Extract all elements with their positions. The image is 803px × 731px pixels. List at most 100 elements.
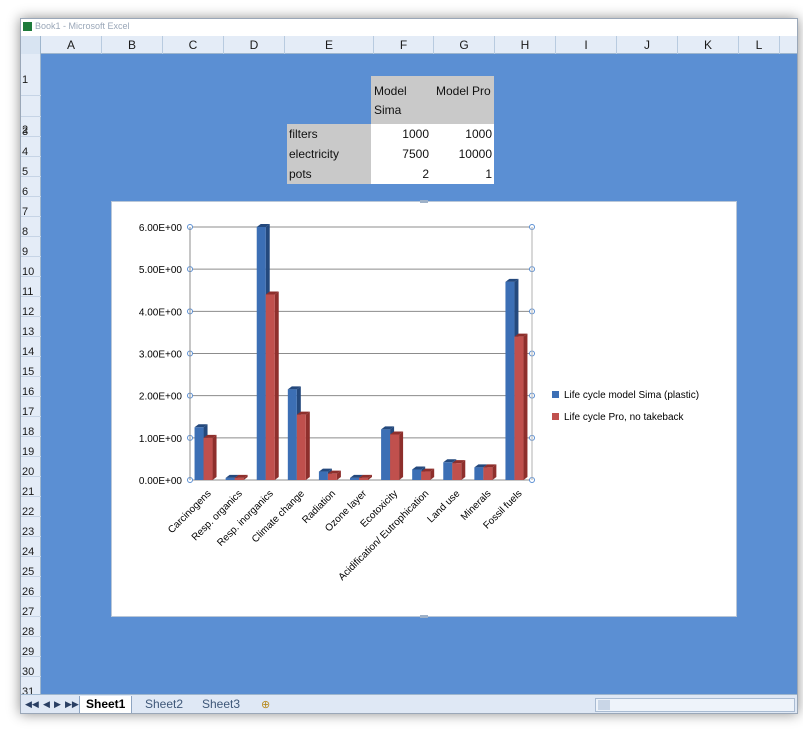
row-header-21[interactable]: 21 [21, 477, 41, 498]
x-tick-label: Land use [426, 488, 463, 525]
x-tick-label: Resp. inorganics [215, 488, 275, 548]
row-header-14[interactable]: 14 [21, 337, 41, 358]
tab-sheet1[interactable]: Sheet1 [79, 696, 133, 713]
excel-app-icon [23, 22, 32, 31]
bar-pro [390, 434, 400, 480]
header-model-pro[interactable]: Model Pro [433, 76, 494, 124]
row-header-26[interactable]: 26 [21, 577, 41, 598]
bar-pro [483, 467, 493, 480]
bar-side [399, 431, 404, 480]
insert-sheet-icon[interactable]: ⊕ [261, 698, 270, 711]
first-sheet-nav-icon[interactable]: ◀◀ [25, 699, 39, 710]
bar-pro [359, 477, 368, 480]
bar-sima [443, 462, 453, 480]
row-header-5[interactable]: 5 [21, 157, 41, 178]
bar-side [274, 291, 279, 480]
tab-sheet2[interactable]: Sheet2 [139, 696, 189, 713]
row-header-8[interactable]: 8 [21, 217, 41, 238]
row-header-4[interactable]: 4 [21, 137, 41, 158]
row-header-29[interactable]: 29 [21, 637, 41, 658]
column-header-h[interactable]: H [495, 36, 556, 54]
row-header-bar: 1 2 3 4 5 6 7 8 9 10 11 12 13 14 15 16 17 18 19 20 21 22 23 24 2… [21, 54, 41, 713]
column-header-c[interactable]: C [163, 36, 224, 54]
cell-pro-electricity[interactable]: 10000 [433, 144, 494, 164]
row-header-10[interactable]: 10 [21, 257, 41, 278]
column-header-a[interactable]: A [41, 36, 102, 54]
cell-pro-pots[interactable]: 1 [433, 164, 494, 184]
row-label-filters[interactable]: filters [287, 124, 371, 144]
row-header-19[interactable]: 19 [21, 437, 41, 458]
column-header-i[interactable]: I [556, 36, 617, 54]
column-header-b[interactable]: B [102, 36, 163, 54]
row-header-6[interactable]: 6 [21, 177, 41, 198]
cell-sima-pots[interactable]: 2 [371, 164, 433, 184]
cell-sima-filters[interactable]: 1000 [371, 124, 433, 144]
life-cycle-bar-chart: 0.00E+00 1.00E+00 2.00E+00 3.00E+00 4.00E+00… [139, 223, 699, 583]
row-header-15[interactable]: 15 [21, 357, 41, 378]
y-tick-label: 6.00E+00 [139, 223, 183, 234]
bar-pro [421, 471, 431, 480]
header-model-sima[interactable]: Model Sima [371, 76, 433, 124]
column-header-f[interactable]: F [374, 36, 434, 54]
row-label-pots[interactable]: pots [287, 164, 371, 184]
next-sheet-nav-icon[interactable]: ▶ [54, 699, 61, 710]
column-header-g[interactable]: G [434, 36, 495, 54]
row-header-11[interactable]: 11 [21, 277, 41, 298]
bar-sima [287, 389, 297, 480]
bar-sima [318, 471, 328, 480]
row-header-20[interactable]: 20 [21, 457, 41, 478]
last-sheet-nav-icon[interactable]: ▶▶ [65, 699, 79, 710]
row-header-17[interactable]: 17 [21, 397, 41, 418]
row-header-16[interactable]: 16 [21, 377, 41, 398]
row-header-18[interactable]: 18 [21, 417, 41, 438]
column-header-l[interactable]: L [739, 36, 780, 54]
bar-pro [265, 294, 275, 480]
row-header-30[interactable]: 30 [21, 657, 41, 678]
chart-area[interactable]: 0.00E+00 1.00E+00 2.00E+00 3.00E+00 4.00E+00… [111, 200, 737, 618]
row-header-22[interactable]: 22 [21, 497, 41, 518]
row-header-28[interactable]: 28 [21, 617, 41, 638]
row-header-3[interactable]: 3 [21, 117, 41, 138]
select-all-corner[interactable] [21, 36, 41, 54]
row-header-9[interactable]: 9 [21, 237, 41, 258]
legend-swatch [552, 391, 559, 398]
bar-pro [203, 437, 213, 480]
column-header-bar: ABCDEFGHIJKL [21, 36, 797, 54]
y-tick-label: 5.00E+00 [139, 265, 183, 276]
column-header-j[interactable]: J [617, 36, 678, 54]
prev-sheet-nav-icon[interactable]: ◀ [43, 699, 50, 710]
row-header-1[interactable]: 1 [21, 54, 41, 96]
row-header-25[interactable]: 25 [21, 557, 41, 578]
y-tick-label: 3.00E+00 [139, 350, 183, 361]
y-tick-label: 1.00E+00 [139, 434, 183, 445]
bar-sima [474, 467, 484, 480]
row-header-12[interactable]: 12 [21, 297, 41, 318]
column-header-d[interactable]: D [224, 36, 285, 54]
scrollbar-thumb[interactable] [598, 700, 610, 710]
row-header-13[interactable]: 13 [21, 317, 41, 338]
excel-window: Book1 - Microsoft Excel ABCDEFGHIJKL 123… [20, 18, 798, 714]
title-bar: Book1 - Microsoft Excel [21, 19, 797, 36]
bar-sima [412, 469, 422, 480]
row-header-2[interactable]: 2 [21, 96, 41, 136]
sheet-tab-bar: ◀◀ ◀ ▶ ▶▶ Sheet1 Sheet2 Sheet3 ⊕ [21, 694, 797, 713]
y-tick-label: 4.00E+00 [139, 307, 183, 318]
horizontal-scrollbar[interactable] [595, 698, 795, 712]
row-header-27[interactable]: 27 [21, 597, 41, 618]
row-header-7[interactable]: 7 [21, 197, 41, 218]
bar-pro [327, 473, 337, 480]
cell-sima-electricity[interactable]: 7500 [371, 144, 433, 164]
bar-side [523, 333, 528, 480]
row-label-electricity[interactable]: electricity [287, 144, 371, 164]
bar-sima [505, 281, 515, 480]
column-header-k[interactable]: K [678, 36, 739, 54]
y-tick-label: 2.00E+00 [139, 392, 183, 403]
bar-sima [256, 227, 266, 480]
row-header-24[interactable]: 24 [21, 537, 41, 558]
bar-side [305, 411, 310, 480]
row-header-23[interactable]: 23 [21, 517, 41, 538]
cell-pro-filters[interactable]: 1000 [433, 124, 494, 144]
column-header-e[interactable]: E [285, 36, 374, 54]
bar-pro [514, 336, 524, 480]
tab-sheet3[interactable]: Sheet3 [196, 696, 246, 713]
